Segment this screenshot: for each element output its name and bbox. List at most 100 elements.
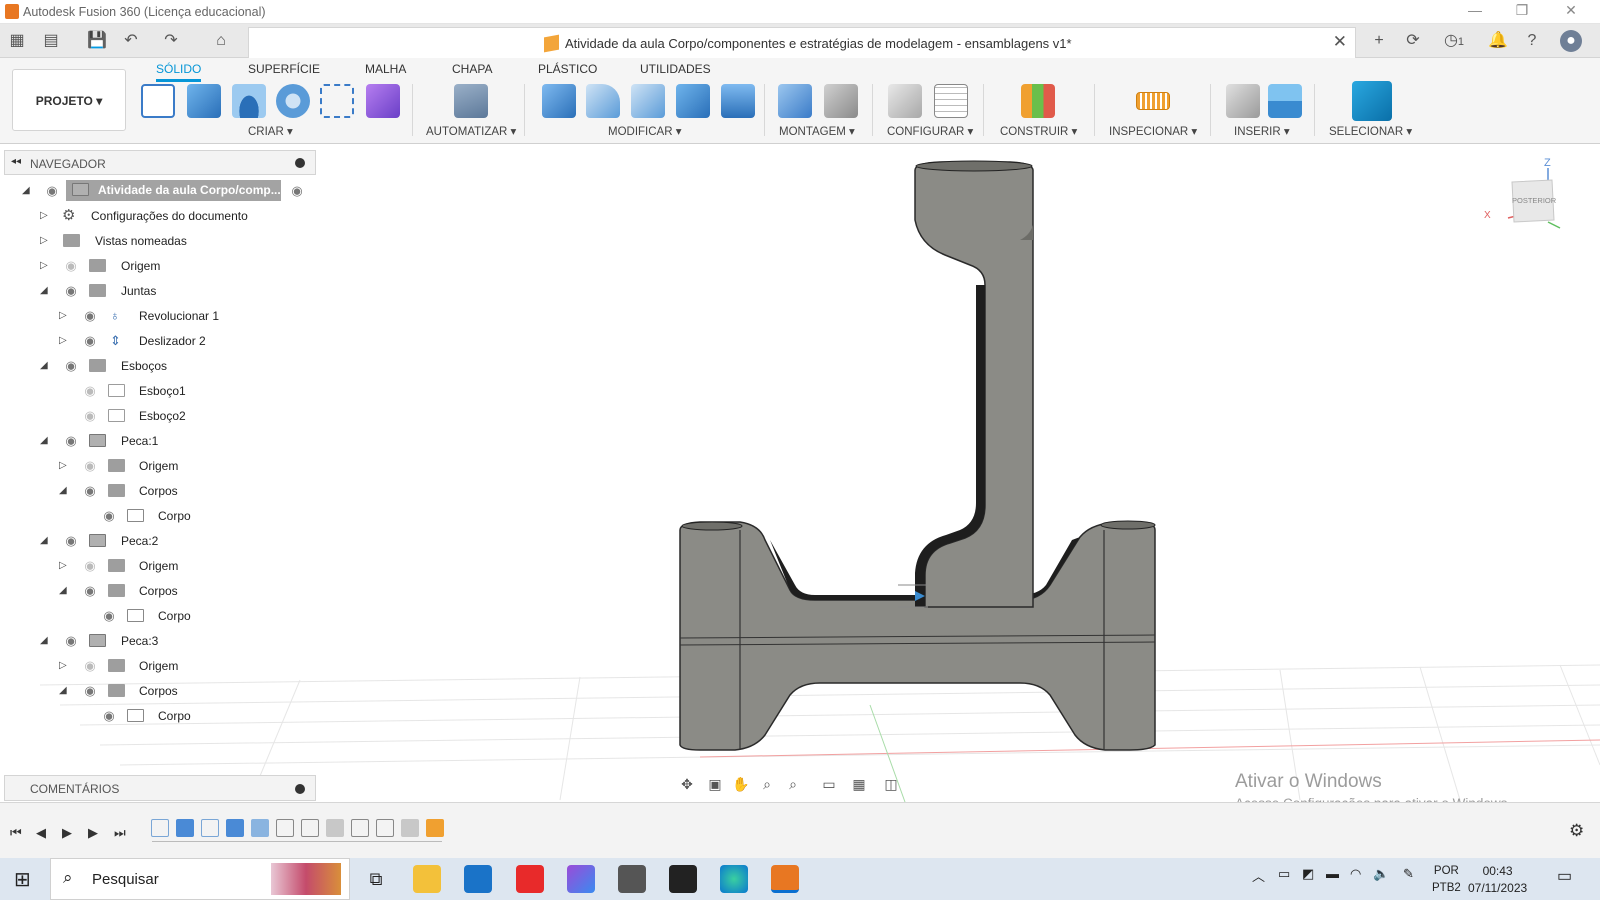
offset-plane-icon[interactable]: [1021, 84, 1055, 118]
visibility-eye-icon[interactable]: ◉: [81, 334, 99, 348]
mail-icon[interactable]: [464, 865, 492, 893]
amazon-icon[interactable]: [669, 865, 697, 893]
step-forward-icon[interactable]: ▶: [88, 825, 98, 841]
go-to-start-icon[interactable]: ⏮: [10, 825, 22, 841]
group-automate[interactable]: AUTOMATIZAR ▾: [426, 124, 516, 138]
grid-settings-icon[interactable]: ▦: [848, 776, 870, 798]
visibility-eye-icon[interactable]: ◉: [81, 684, 99, 698]
viewports-icon[interactable]: ◫: [880, 776, 902, 798]
collapse-triangle-icon[interactable]: ◢: [22, 185, 34, 196]
go-to-end-icon[interactable]: ⏭: [114, 825, 126, 841]
minimize-icon[interactable]: —: [1460, 2, 1490, 18]
combine-icon[interactable]: [721, 84, 755, 118]
file-explorer-icon[interactable]: [413, 865, 441, 893]
group-create[interactable]: CRIAR ▾: [248, 124, 293, 138]
visibility-eye-icon[interactable]: ◉: [81, 484, 99, 498]
expand-triangle-icon[interactable]: ▷: [59, 660, 71, 671]
windows-start-icon[interactable]: ⊞: [14, 867, 31, 892]
group-modify[interactable]: MODIFICAR ▾: [608, 124, 682, 138]
user-avatar[interactable]: ●: [1560, 30, 1582, 52]
system-clock[interactable]: 00:43 07/11/2023: [1468, 863, 1527, 897]
collapse-triangle-icon[interactable]: ◢: [40, 535, 52, 546]
visibility-eye-icon[interactable]: ◉: [81, 309, 99, 323]
panel-pin-icon[interactable]: [295, 158, 305, 168]
visibility-eye-icon[interactable]: ◉: [81, 409, 99, 423]
timeline-extrude-icon[interactable]: [226, 819, 244, 837]
timeline-component-icon[interactable]: [351, 819, 369, 837]
viewcube-face-label[interactable]: POSTERIOR: [1512, 196, 1556, 205]
document-tab[interactable]: Atividade da aula Corpo/componentes e es…: [248, 27, 1356, 58]
tab-mesh[interactable]: MALHA: [365, 62, 406, 76]
automate-icon[interactable]: [454, 84, 488, 118]
input-language[interactable]: POR PTB2: [1432, 863, 1461, 897]
expand-triangle-icon[interactable]: ▷: [40, 260, 52, 271]
joint-icon[interactable]: [824, 84, 858, 118]
comments-panel-header[interactable]: COMENTÁRIOS: [4, 775, 316, 801]
create-sketch-icon[interactable]: [141, 84, 175, 118]
add-comment-icon[interactable]: [295, 784, 305, 794]
notifications-icon[interactable]: 🔔: [1487, 30, 1509, 52]
display-settings-icon[interactable]: ▭: [818, 776, 840, 798]
fillet-icon[interactable]: [586, 84, 620, 118]
collapse-triangle-icon[interactable]: ◢: [40, 435, 52, 446]
pattern-icon[interactable]: [320, 84, 354, 118]
file-menu-icon[interactable]: ▤: [40, 30, 62, 52]
expand-triangle-icon[interactable]: ▷: [59, 560, 71, 571]
timeline-sketch-icon[interactable]: [201, 819, 219, 837]
fusion-taskbar-icon[interactable]: [771, 865, 799, 893]
fit-icon[interactable]: ⌕: [782, 776, 804, 798]
collapse-triangle-icon[interactable]: ◢: [40, 635, 52, 646]
tab-solid[interactable]: SÓLIDO: [156, 62, 202, 82]
activate-radio-icon[interactable]: ◉: [288, 184, 306, 198]
volume-icon[interactable]: 🔈: [1373, 866, 1389, 882]
hole-icon[interactable]: [276, 84, 310, 118]
new-tab-icon[interactable]: +: [1368, 30, 1390, 52]
timeline-component-icon[interactable]: [276, 819, 294, 837]
youtube-icon[interactable]: [516, 865, 544, 893]
jobs-status-icon[interactable]: ◷1: [1436, 30, 1472, 52]
collapse-panel-icon[interactable]: ◂◂: [11, 156, 21, 167]
tab-sheet-metal[interactable]: CHAPA: [452, 62, 492, 76]
visibility-eye-icon[interactable]: ◉: [81, 559, 99, 573]
timeline-feature-icon[interactable]: [251, 819, 269, 837]
close-icon[interactable]: ✕: [1556, 2, 1586, 19]
visibility-eye-icon[interactable]: ◉: [43, 184, 61, 198]
step-back-icon[interactable]: ◀: [36, 825, 46, 841]
tray-network-app-icon[interactable]: ◩: [1302, 866, 1314, 882]
group-inspect[interactable]: INSPECIONAR ▾: [1109, 124, 1197, 138]
tab-plastic[interactable]: PLÁSTICO: [538, 62, 597, 76]
visibility-eye-icon[interactable]: ◉: [100, 609, 118, 623]
canvas-viewport[interactable]: [0, 145, 1600, 802]
edge-browser-icon[interactable]: [720, 865, 748, 893]
press-pull-icon[interactable]: [542, 84, 576, 118]
visibility-eye-icon[interactable]: ◉: [62, 534, 80, 548]
navigator-panel-header[interactable]: ◂◂ NAVEGADOR: [4, 150, 316, 175]
expand-triangle-icon[interactable]: ▷: [59, 335, 71, 346]
collapse-triangle-icon[interactable]: ◢: [59, 485, 71, 496]
tray-device-icon[interactable]: ▭: [1278, 866, 1290, 882]
group-select[interactable]: SELECIONAR ▾: [1329, 124, 1412, 138]
collapse-triangle-icon[interactable]: ◢: [40, 285, 52, 296]
timeline-extrude-icon[interactable]: [176, 819, 194, 837]
pen-icon[interactable]: ✎: [1403, 866, 1414, 882]
tree-root[interactable]: ◢ ◉ Atividade da aula Corpo/comp... ◉: [0, 179, 316, 203]
expand-triangle-icon[interactable]: ▷: [40, 235, 52, 246]
timeline-settings-gear-icon[interactable]: ⚙: [1569, 821, 1584, 841]
visibility-eye-icon[interactable]: ◉: [100, 509, 118, 523]
app-m-icon[interactable]: [618, 865, 646, 893]
timeline-joint-icon[interactable]: [326, 819, 344, 837]
revolve-icon[interactable]: [232, 84, 266, 118]
insert-derive-icon[interactable]: [1226, 84, 1260, 118]
timeline-sketch-icon[interactable]: [151, 819, 169, 837]
change-parameters-icon[interactable]: [934, 84, 968, 118]
parameters-icon[interactable]: [888, 84, 922, 118]
group-insert[interactable]: INSERIR ▾: [1234, 124, 1290, 138]
close-document-icon[interactable]: ✕: [1333, 32, 1347, 52]
pan-hand-icon[interactable]: ✋: [730, 776, 752, 798]
redo-icon[interactable]: ↷: [160, 30, 182, 52]
group-configure[interactable]: CONFIGURAR ▾: [887, 124, 973, 138]
help-icon[interactable]: ?: [1521, 30, 1543, 52]
expand-triangle-icon[interactable]: ▷: [59, 460, 71, 471]
look-at-icon[interactable]: ▣: [704, 776, 726, 798]
task-view-icon[interactable]: ⧉: [362, 865, 390, 893]
